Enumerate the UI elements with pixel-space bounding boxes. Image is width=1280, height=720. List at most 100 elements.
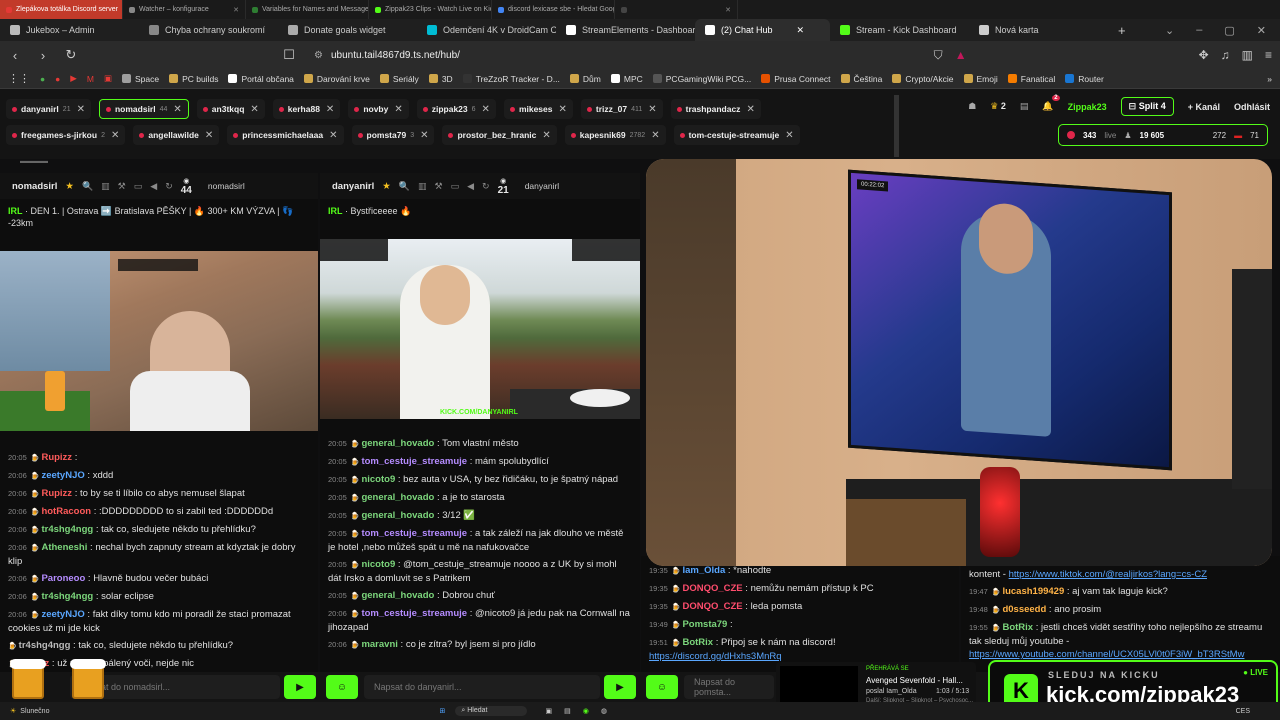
message-link[interactable]: https://www.tiktok.com/@realjirkos?lang=…: [1009, 569, 1207, 580]
message-username[interactable]: maravni: [361, 639, 397, 650]
remove-channel-icon[interactable]: ✕: [205, 130, 213, 141]
channel-chip[interactable]: mikeses ✕: [503, 99, 573, 119]
remove-channel-icon[interactable]: ✕: [542, 130, 550, 141]
video-player[interactable]: [0, 251, 318, 431]
channel-chip[interactable]: an3tkqq ✕: [196, 99, 265, 119]
reload-icon[interactable]: ↻: [64, 47, 78, 63]
apps-icon[interactable]: ⋮⋮: [8, 72, 30, 85]
bookmark-item[interactable]: Router: [1065, 74, 1104, 84]
os-tab[interactable]: discord lexicase sbe - Hledat Googlem✕: [492, 0, 615, 19]
message-username[interactable]: tr4shg4ngg: [19, 640, 71, 651]
channel-chip[interactable]: pomsta79 3 ✕: [351, 125, 435, 145]
channel-chip[interactable]: angellawilde ✕: [133, 125, 220, 145]
bookmark-item[interactable]: Prusa Connect: [761, 74, 831, 84]
message-username[interactable]: tom_cestuje_streamuje: [361, 456, 467, 467]
chart-icon[interactable]: ▥: [101, 181, 110, 192]
screen-icon[interactable]: ▭: [134, 181, 143, 192]
channel-chip[interactable]: zippak23 6 ✕: [416, 99, 496, 119]
shield-icon[interactable]: ⛉: [934, 48, 943, 63]
message-username[interactable]: zeetyNJO: [41, 609, 84, 620]
remove-channel-icon[interactable]: ✕: [394, 104, 402, 115]
remove-channel-icon[interactable]: ✕: [77, 104, 85, 115]
bookmark-item[interactable]: Portál občana: [228, 74, 294, 84]
remove-channel-icon[interactable]: ✕: [173, 104, 181, 115]
language-indicator[interactable]: CES: [1236, 708, 1250, 715]
bookmark-item[interactable]: PC builds: [169, 74, 218, 84]
emote-button-1[interactable]: ☺: [326, 675, 358, 699]
os-tab[interactable]: Zippak23 Clips - Watch Live on Kick✕: [369, 0, 492, 19]
channel-chip[interactable]: kapesnik69 2782 ✕: [564, 125, 666, 145]
remove-channel-icon[interactable]: ✕: [482, 104, 490, 115]
message-username[interactable]: general_hovado: [361, 590, 434, 601]
browser-tab[interactable]: Odemčení 4K v DroidCam OB: [417, 19, 556, 41]
channel-chip[interactable]: novby ✕: [348, 99, 409, 119]
chat-input-3[interactable]: Napsat do pomsta...: [684, 675, 774, 699]
remove-channel-icon[interactable]: ✕: [111, 130, 119, 141]
sound-icon[interactable]: ◀: [467, 181, 474, 192]
remove-channel-icon[interactable]: ✕: [651, 130, 659, 141]
os-tab[interactable]: Watcher – konfigurace ✕: [123, 0, 246, 19]
send-button-1[interactable]: ▶: [284, 675, 316, 699]
message-username[interactable]: general_hovado: [361, 510, 434, 521]
channel-name[interactable]: nomadsirl: [12, 181, 57, 192]
browser-tab[interactable]: Stream - Kick Dashboard: [830, 19, 969, 41]
bookmark-item[interactable]: 3D: [428, 74, 453, 84]
taskbar-search[interactable]: ⌕ Hledat: [455, 706, 528, 716]
extension-youtube-icon[interactable]: ▶: [70, 73, 77, 84]
logout-button[interactable]: Odhlásit: [1234, 102, 1270, 112]
chart-icon[interactable]: ▥: [418, 181, 427, 192]
refresh-icon[interactable]: ↻: [482, 181, 490, 192]
crown-badge[interactable]: ♛ 2: [990, 101, 1006, 112]
message-username[interactable]: zeetyNJO: [41, 470, 84, 481]
bookmark-item[interactable]: PCGamingWiki PCG...: [652, 74, 751, 84]
star-icon[interactable]: ★: [382, 181, 391, 192]
browser-tab[interactable]: StreamElements - Dashboard: [556, 19, 695, 41]
search-icon[interactable]: 🔍: [399, 181, 410, 192]
os-tab[interactable]: ✕: [615, 0, 738, 19]
bookmark-item[interactable]: Crypto/Akcie: [892, 74, 954, 84]
bookmark-item[interactable]: Fanatical: [1007, 74, 1055, 84]
remove-channel-icon[interactable]: ✕: [420, 130, 428, 141]
bookmark-item[interactable]: Čeština: [840, 74, 882, 84]
channel-chip[interactable]: princessmichaelaaa ✕: [227, 125, 344, 145]
message-username[interactable]: Rupizz: [41, 488, 72, 499]
channel-chip[interactable]: prostor_bez_hranic ✕: [442, 125, 557, 145]
site-info-icon[interactable]: ⚙: [314, 50, 323, 61]
message-username[interactable]: Pomsta79: [682, 619, 727, 630]
browser-tab[interactable]: Donate goals widget: [278, 19, 417, 41]
message-username[interactable]: DONQO_CZE: [682, 583, 742, 594]
add-channel-button[interactable]: + Kanál: [1188, 102, 1220, 112]
browser-tab[interactable]: Nová karta: [969, 19, 1108, 41]
extension-red-icon[interactable]: ●: [55, 74, 60, 84]
scrollbar[interactable]: [894, 95, 899, 157]
os-tab[interactable]: Zlepákova totálka Discord server✕: [0, 0, 123, 19]
weather-icon[interactable]: ☀: [10, 707, 16, 715]
bookmark-item[interactable]: Seriály: [379, 74, 419, 84]
message-username[interactable]: nicoto9: [361, 559, 395, 570]
star-icon[interactable]: ★: [65, 181, 74, 192]
sound-icon[interactable]: ◀: [150, 181, 157, 192]
message-username[interactable]: Atheneshi: [41, 542, 87, 553]
browser-taskbar-icon[interactable]: ◍: [601, 707, 607, 715]
close-window-button[interactable]: ✕: [1257, 24, 1266, 37]
maps-icon[interactable]: ●: [40, 74, 45, 84]
message-username[interactable]: d0sseedd: [1002, 604, 1046, 615]
remove-channel-icon[interactable]: ✕: [326, 104, 334, 115]
bookmark-item[interactable]: Dům: [569, 74, 601, 84]
browser-tab[interactable]: Jukebox – Admin: [0, 19, 139, 41]
close-tab-icon[interactable]: ✕: [233, 6, 239, 14]
triangle-icon[interactable]: ▲: [955, 48, 967, 63]
message-username[interactable]: BotRix: [682, 637, 713, 648]
maximize-button[interactable]: ▢: [1224, 24, 1234, 37]
message-username[interactable]: nicoto9: [361, 474, 395, 485]
bookmarks-overflow-icon[interactable]: »: [1267, 74, 1272, 84]
split-button[interactable]: ⊟ Split 4: [1120, 97, 1174, 116]
channel-name[interactable]: danyanirl: [332, 181, 374, 192]
calendar-icon[interactable]: ▣: [104, 73, 112, 84]
menu-icon[interactable]: ≡: [1265, 48, 1272, 63]
tab-search-icon[interactable]: ⌄: [1165, 24, 1174, 37]
browser-tab[interactable]: (2) Chat Hub ✕: [695, 19, 830, 41]
search-icon[interactable]: 🔍: [82, 181, 93, 192]
video-player[interactable]: KICK.COM/DANYANIRL: [320, 239, 640, 419]
screen-icon[interactable]: ▭: [451, 181, 460, 192]
